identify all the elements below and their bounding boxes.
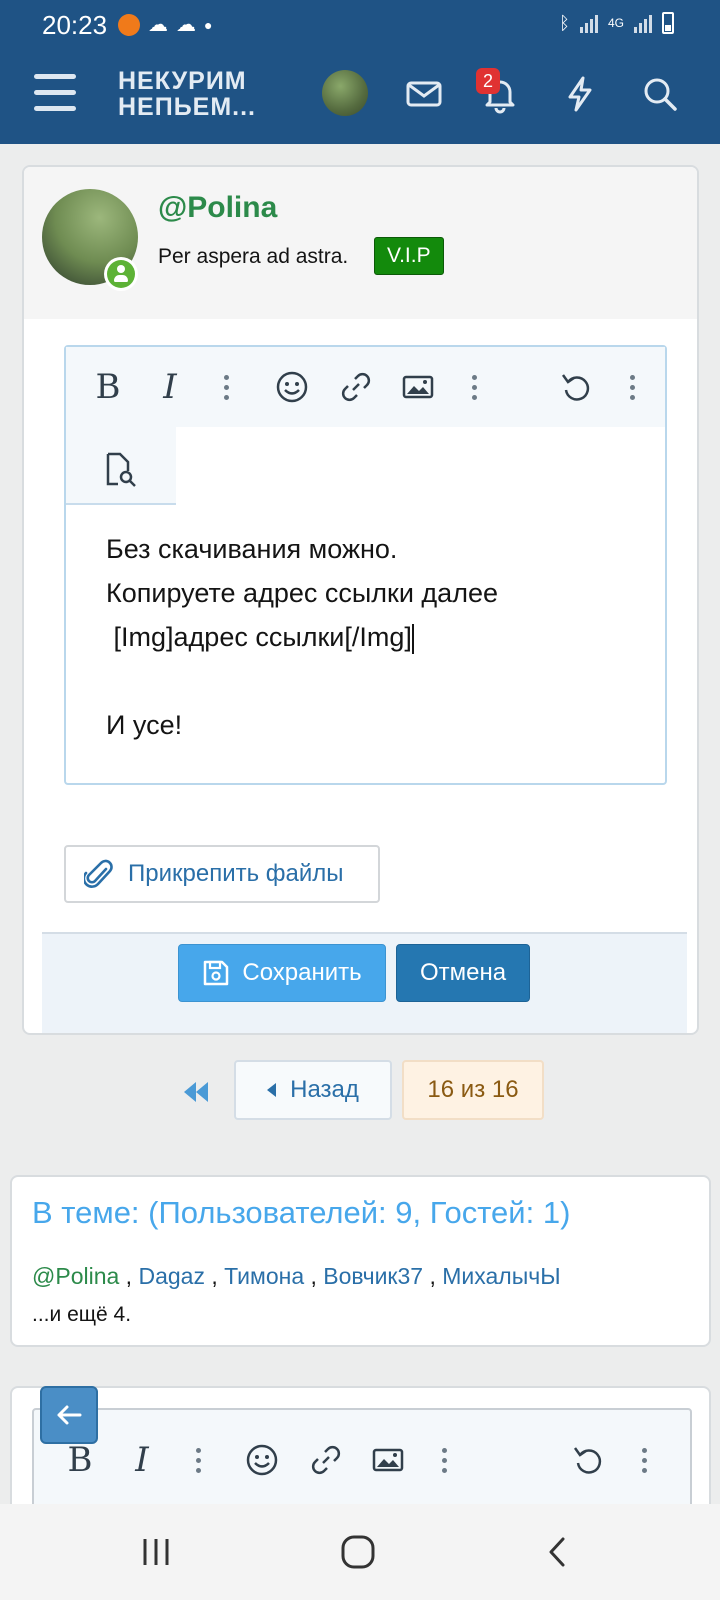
more-icon[interactable]: [454, 367, 494, 407]
menu-icon[interactable]: [34, 74, 76, 112]
caret-left-icon: [267, 1083, 277, 1097]
preview-icon[interactable]: [100, 449, 140, 489]
prev-page-label: Назад: [290, 1076, 359, 1103]
editor-toolbar-row-2: [66, 427, 176, 505]
status-right-icons: ᛒ 4G: [559, 12, 674, 34]
text-caret: [411, 623, 414, 654]
recent-apps-icon[interactable]: [134, 1530, 178, 1574]
editor-line: [Img]адрес ссылки[/Img]: [113, 622, 414, 654]
more-icon[interactable]: [424, 1440, 464, 1480]
online-users-block: В теме: (Пользователей: 9, Гостей: 1) @P…: [10, 1175, 711, 1347]
site-logo[interactable]: НЕКУРИМ НЕПЬЕМ...: [118, 68, 256, 120]
home-icon[interactable]: [336, 1530, 380, 1574]
app-notification-icon: [118, 13, 140, 36]
link-icon[interactable]: [336, 367, 376, 407]
bold-icon[interactable]: B: [60, 1440, 100, 1480]
user-separator: ,: [304, 1263, 324, 1289]
user-avatar[interactable]: [322, 70, 368, 116]
notification-badge: 2: [476, 68, 500, 94]
signal-icon-2: [634, 13, 652, 33]
online-user-link[interactable]: Dagaz: [138, 1263, 204, 1289]
page-indicator[interactable]: 16 из 16: [402, 1060, 544, 1120]
bluetooth-icon: ᛒ: [559, 12, 570, 33]
cancel-button[interactable]: Отмена: [396, 944, 530, 1002]
more-icon[interactable]: [612, 367, 652, 407]
undo-icon[interactable]: [568, 1440, 608, 1480]
save-button[interactable]: Сохранить: [178, 944, 386, 1002]
logo-line-2: НЕПЬЕМ...: [118, 93, 257, 121]
online-users-list: @Polina , Dagaz , Тимона , Вовчик37 , Ми…: [32, 1263, 561, 1290]
attach-files-label: Прикрепить файлы: [128, 860, 344, 887]
emoji-icon[interactable]: [272, 367, 312, 407]
back-arrow-button[interactable]: [40, 1386, 98, 1444]
emoji-icon[interactable]: [242, 1440, 282, 1480]
first-page-icon[interactable]: [178, 1074, 214, 1110]
battery-icon: [662, 12, 674, 34]
italic-icon[interactable]: I: [150, 367, 190, 407]
link-icon[interactable]: [306, 1440, 346, 1480]
editor-content[interactable]: Без скачивания можно. Копируете адрес сс…: [106, 527, 498, 747]
online-user-link[interactable]: @Polina: [32, 1263, 119, 1289]
undo-icon[interactable]: [556, 367, 596, 407]
status-bar: 20:23 ☁ ☁ ● ᛒ 4G: [0, 0, 720, 52]
status-time: 20:23: [42, 10, 108, 40]
more-notifications-icon: ●: [204, 16, 213, 33]
vip-badge: V.I.P: [374, 237, 444, 275]
more-icon[interactable]: [178, 1440, 218, 1480]
arrow-left-icon: [57, 1405, 82, 1425]
save-label: Сохранить: [242, 959, 362, 986]
paperclip-icon: [84, 859, 113, 888]
cancel-label: Отмена: [419, 959, 507, 986]
online-user-link[interactable]: Вовчик37: [323, 1263, 423, 1289]
italic-icon[interactable]: I: [122, 1440, 162, 1480]
more-icon[interactable]: [624, 1440, 664, 1480]
online-users-more[interactable]: ...и ещё 4.: [32, 1303, 131, 1327]
prev-page-button[interactable]: Назад: [234, 1060, 392, 1120]
more-icon[interactable]: [206, 367, 246, 407]
network-type-label: 4G: [607, 16, 624, 30]
save-icon: [204, 960, 229, 986]
user-separator: ,: [204, 1263, 225, 1289]
editor-line: Без скачивания можно.: [106, 534, 398, 564]
bolt-icon[interactable]: [558, 72, 602, 116]
post-edit-card: @Polina Per aspera ad astra. V.I.P B I Б…: [22, 165, 699, 1035]
back-icon[interactable]: [536, 1530, 580, 1574]
system-nav-bar: [0, 1504, 720, 1600]
weather-icon: ☁: [176, 14, 196, 36]
logo-line-1: НЕКУРИМ: [118, 67, 247, 95]
image-icon[interactable]: [368, 1440, 408, 1480]
cloud-icon: ☁: [148, 14, 168, 36]
online-status-icon: [104, 257, 138, 291]
message-editor[interactable]: B I Без скачивания можно. Копируете адре…: [64, 345, 667, 785]
attach-files-button[interactable]: Прикрепить файлы: [64, 845, 380, 903]
image-icon[interactable]: [398, 367, 438, 407]
app-header: 20:23 ☁ ☁ ● ᛒ 4G НЕКУРИМ НЕПЬЕМ... 2: [0, 0, 720, 144]
search-icon[interactable]: [638, 72, 682, 116]
editor-line: Копируете адрес ссылки далее: [106, 578, 498, 608]
form-actions: Сохранить Отмена: [42, 932, 687, 1033]
online-users-title: В теме: (Пользователей: 9, Гостей: 1): [32, 1195, 571, 1230]
online-user-link[interactable]: МихалычЫ: [442, 1263, 560, 1289]
signal-icon: [579, 13, 598, 33]
post-author-name[interactable]: @Polina: [158, 191, 277, 225]
editor-line: И усе!: [106, 710, 183, 740]
status-left-icons: ☁ ☁ ●: [118, 12, 212, 37]
post-user-info: @Polina Per aspera ad astra. V.I.P: [24, 167, 697, 319]
editor-toolbar: B I: [66, 347, 665, 427]
bold-icon[interactable]: B: [88, 367, 128, 407]
user-separator: ,: [423, 1263, 443, 1289]
mail-icon[interactable]: [402, 72, 446, 116]
user-separator: ,: [119, 1263, 139, 1289]
post-author-title: Per aspera ad astra.: [158, 245, 349, 268]
online-user-link[interactable]: Тимона: [224, 1263, 304, 1289]
